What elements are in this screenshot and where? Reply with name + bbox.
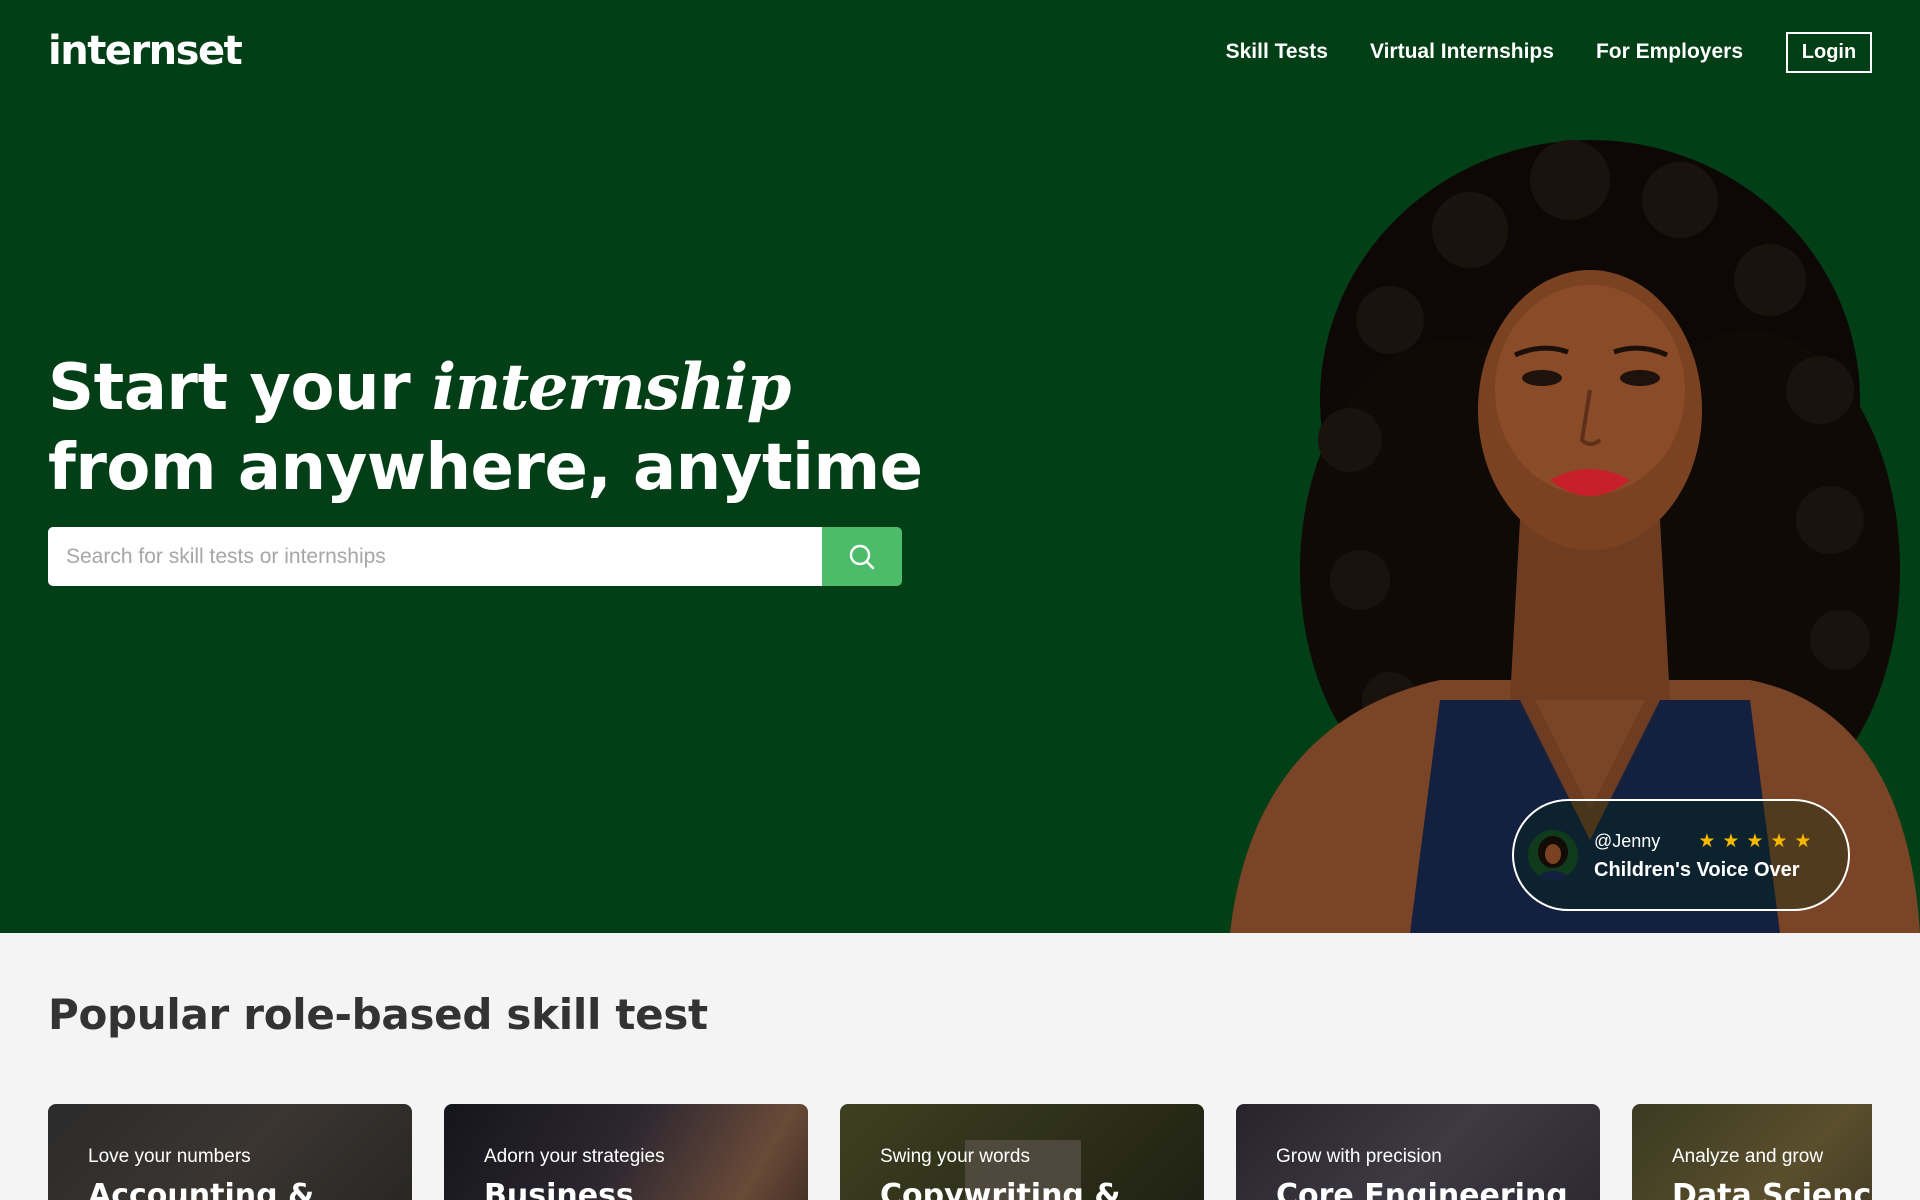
card-subtitle: Grow with precision — [1276, 1146, 1442, 1167]
star-icon: ★ — [1722, 831, 1740, 852]
headline-start: Start your — [48, 351, 432, 425]
rating-stars: ★ ★ ★ ★ ★ — [1698, 832, 1811, 851]
star-icon: ★ — [1746, 831, 1764, 852]
skill-card-data-science[interactable]: Analyze and grow Data Science — [1632, 1104, 1872, 1200]
review-text: @Jenny ★ ★ ★ ★ ★ Children's Voice Over — [1594, 829, 1812, 882]
card-title: Business — [484, 1178, 634, 1200]
star-icon: ★ — [1770, 831, 1788, 852]
review-avatar — [1528, 830, 1578, 880]
nav-link-skill-tests[interactable]: Skill Tests — [1226, 40, 1328, 64]
search-icon — [849, 544, 875, 569]
card-subtitle: Swing your words — [880, 1146, 1030, 1167]
section-title: Popular role-based skill test — [48, 990, 708, 1039]
nav-link-for-employers[interactable]: For Employers — [1596, 40, 1743, 64]
search-input[interactable] — [48, 527, 822, 586]
card-title: Core Engineering — [1276, 1178, 1568, 1200]
headline-end: from anywhere, anytime — [48, 431, 923, 505]
top-nav: Skill Tests Virtual Internships For Empl… — [1184, 31, 1872, 73]
skill-card-copywriting[interactable]: Swing your words Copywriting & — [840, 1104, 1204, 1200]
card-subtitle: Adorn your strategies — [484, 1146, 665, 1167]
star-icon: ★ — [1794, 831, 1812, 852]
skill-card-business[interactable]: Adorn your strategies Business — [444, 1104, 808, 1200]
hero-section: internset Skill Tests Virtual Internship… — [0, 0, 1920, 933]
search-bar — [48, 527, 902, 586]
card-subtitle: Analyze and grow — [1672, 1146, 1824, 1167]
search-button[interactable] — [822, 527, 902, 586]
headline-italic: internship — [431, 350, 792, 425]
skill-card-accounting[interactable]: Love your numbers Accounting & — [48, 1104, 412, 1200]
skill-card-core-engineering[interactable]: Grow with precision Core Engineering — [1236, 1104, 1600, 1200]
avatar-image — [1528, 830, 1578, 880]
review-card[interactable]: @Jenny ★ ★ ★ ★ ★ Children's Voice Over — [1512, 799, 1850, 911]
review-title: Children's Voice Over — [1594, 858, 1800, 881]
card-subtitle: Love your numbers — [88, 1146, 251, 1167]
hero-headline: Start your internship from anywhere, any… — [48, 348, 948, 508]
star-icon: ★ — [1698, 831, 1716, 852]
logo[interactable]: internset — [48, 28, 243, 74]
skill-test-cards: Love your numbers Accounting & Adorn you… — [48, 1104, 1872, 1200]
card-title: Accounting & — [88, 1178, 315, 1200]
card-title: Copywriting & — [880, 1178, 1121, 1200]
review-header: @Jenny ★ ★ ★ ★ ★ — [1594, 829, 1812, 855]
nav-link-virtual-internships[interactable]: Virtual Internships — [1370, 40, 1554, 64]
login-button[interactable]: Login — [1786, 31, 1872, 73]
review-username: @Jenny — [1594, 831, 1661, 851]
card-title: Data Science — [1672, 1178, 1872, 1200]
